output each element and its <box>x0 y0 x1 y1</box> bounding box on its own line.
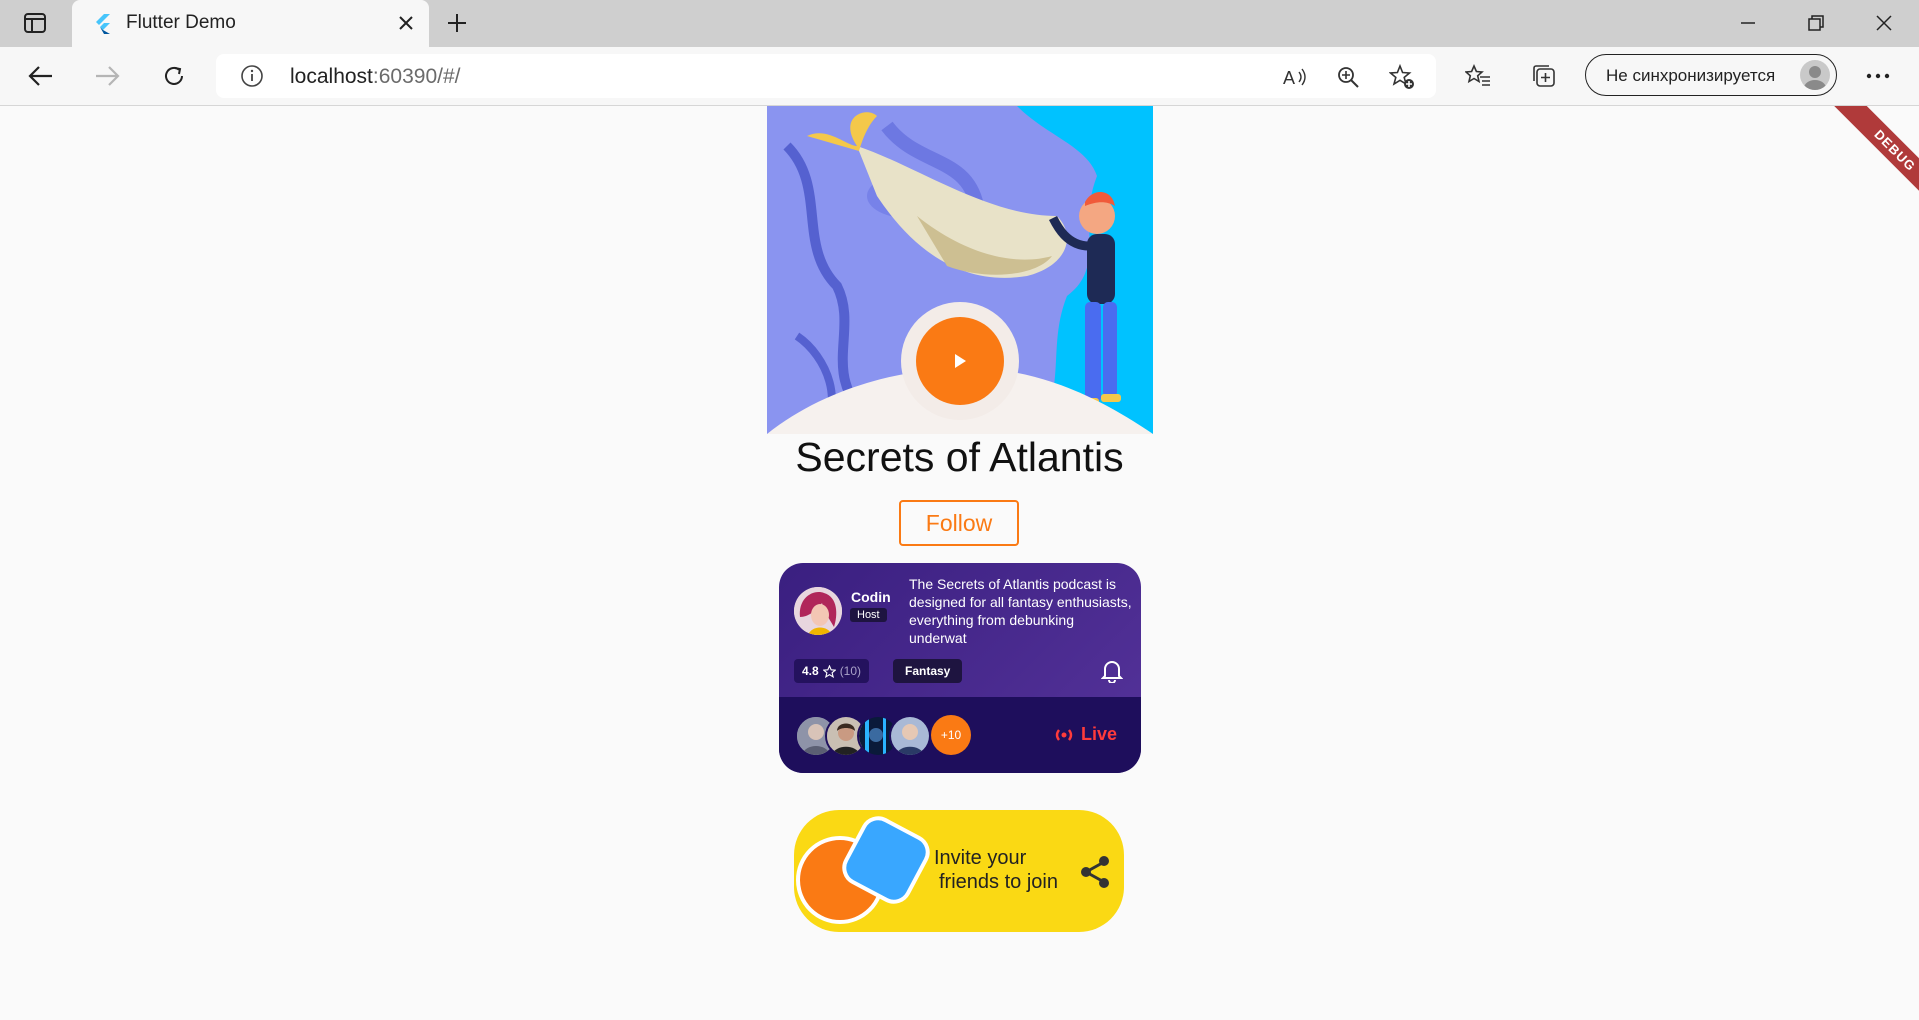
forward-icon[interactable] <box>88 59 126 93</box>
genre-badge: Fantasy <box>893 659 963 683</box>
tab-title: Flutter Demo <box>126 12 236 33</box>
add-favorite-icon[interactable] <box>1388 63 1416 91</box>
new-tab-icon[interactable] <box>440 10 474 36</box>
url-path: :60390/#/ <box>372 65 461 88</box>
invite-line-2: friends to join <box>939 871 1058 893</box>
rating-value: 4.8 <box>802 664 819 678</box>
reload-icon[interactable] <box>155 59 193 93</box>
live-indicator[interactable]: Live <box>1053 724 1117 745</box>
minimize-icon[interactable] <box>1722 6 1774 40</box>
read-aloud-icon[interactable]: A <box>1282 63 1310 91</box>
more-listeners-badge: +10 <box>931 715 971 755</box>
zoom-icon[interactable] <box>1334 63 1362 91</box>
listener-avatar <box>889 715 931 757</box>
invite-line-1: Invite your <box>934 847 1027 869</box>
podcast-title: Secrets of Atlantis <box>795 434 1124 480</box>
favorites-icon[interactable] <box>1462 60 1494 92</box>
invite-text: Invite your friends to join <box>934 846 1058 894</box>
share-icon[interactable] <box>1077 854 1113 890</box>
site-info-icon[interactable] <box>240 64 264 88</box>
podcast-info-card: Codin Host The Secrets of Atlantis podca… <box>779 563 1141 773</box>
rating-count: (10) <box>839 664 862 678</box>
host-avatar[interactable] <box>794 587 842 635</box>
notification-bell-icon[interactable] <box>1100 659 1124 684</box>
back-icon[interactable] <box>22 59 60 93</box>
live-label: Live <box>1081 724 1118 744</box>
browser-tab[interactable]: Flutter Demo <box>72 0 429 47</box>
restore-icon[interactable] <box>1790 6 1842 40</box>
address-bar[interactable]: localhost:60390/#/ A <box>216 54 1436 98</box>
play-button[interactable] <box>916 317 1004 405</box>
follow-button[interactable]: Follow <box>899 500 1019 546</box>
browser-tab-strip: Flutter Demo <box>0 0 1919 47</box>
host-role-badge: Host <box>850 608 887 622</box>
url-text[interactable]: localhost:60390/#/ <box>290 65 460 89</box>
profile-button[interactable]: Не синхронизируется <box>1585 54 1837 96</box>
profile-avatar-icon <box>1800 60 1830 90</box>
profile-label: Не синхронизируется <box>1606 66 1776 85</box>
rating-badge: 4.8 (10) <box>794 659 870 683</box>
more-menu-icon[interactable] <box>1862 60 1894 92</box>
play-icon <box>955 354 966 368</box>
collections-icon[interactable] <box>1528 60 1560 92</box>
star-icon <box>822 664 836 678</box>
tab-actions-icon[interactable] <box>18 10 52 36</box>
host-name: Codin <box>851 589 891 605</box>
close-tab-icon[interactable] <box>393 10 419 36</box>
debug-banner-label: DEBUG <box>1833 106 1919 212</box>
browser-toolbar: localhost:60390/#/ A Не синхронизируется <box>0 47 1919 106</box>
podcast-description: The Secrets of Atlantis podcast is desig… <box>909 576 1132 646</box>
svg-text:A: A <box>1283 68 1295 88</box>
close-window-icon[interactable] <box>1858 6 1910 40</box>
flutter-logo-icon <box>90 12 114 36</box>
live-broadcast-icon <box>1055 728 1073 741</box>
url-host: localhost <box>290 65 373 88</box>
debug-banner: DEBUG <box>1810 106 1919 215</box>
invite-friends-card[interactable]: Invite your friends to join <box>794 810 1124 932</box>
